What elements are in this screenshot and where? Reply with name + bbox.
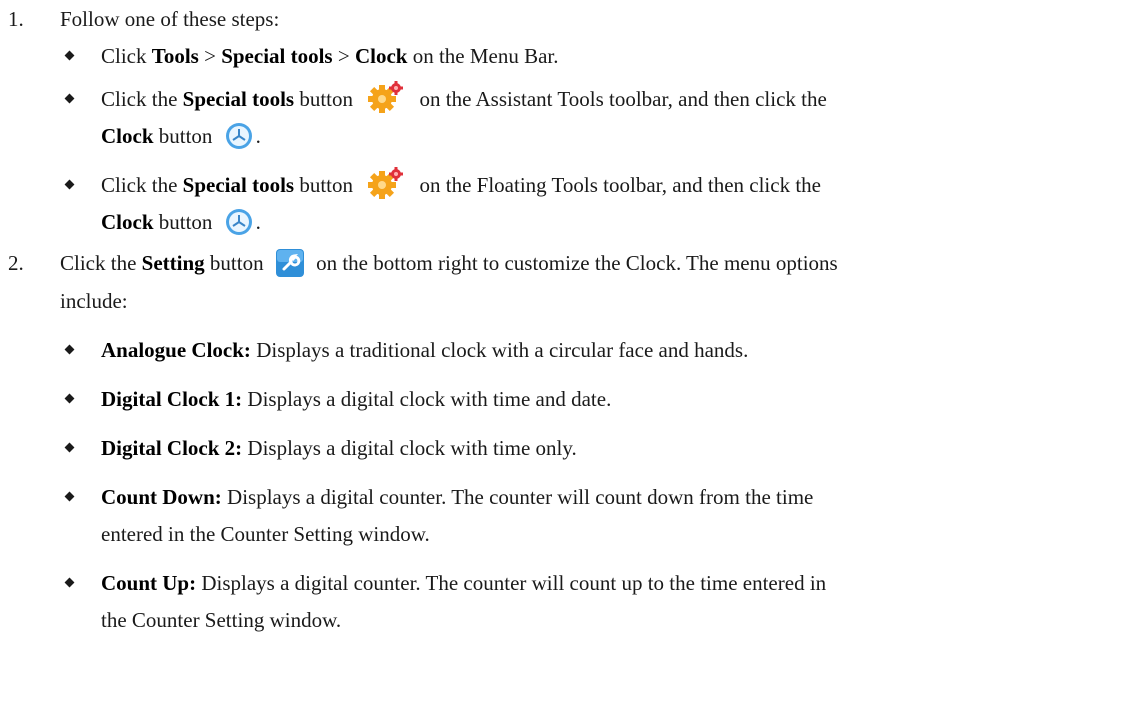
option-description: Displays a digital counter. The counter …: [196, 571, 827, 595]
text-run: on the Assistant Tools toolbar, and then…: [414, 87, 827, 111]
bullet-diamond: [64, 50, 75, 61]
text-run-bold: Setting: [141, 251, 205, 275]
list-item-text: Count Up: Displays a digital counter. Th…: [101, 564, 826, 602]
option-label: Analogue Clock:: [101, 338, 251, 362]
text-run: Click the: [101, 87, 183, 111]
bullet-diamond: [64, 93, 75, 104]
option-label: Digital Clock 2:: [101, 436, 243, 460]
text-run: on the Menu Bar.: [407, 44, 559, 68]
option-label: Digital Clock 1:: [101, 387, 243, 411]
list-item-continuation: entered in the Counter Setting window.: [101, 522, 430, 546]
text-run-bold: Tools: [151, 44, 199, 68]
text-run: button: [294, 87, 353, 111]
option-description: Displays a digital clock with time and d…: [242, 387, 612, 411]
text-run: >: [198, 44, 222, 68]
text-run: button: [204, 251, 264, 275]
text-run: button: [294, 173, 353, 197]
text-run: Click the: [60, 251, 142, 275]
option-description: Displays a traditional clock with a circ…: [250, 338, 749, 362]
bullet-diamond: [64, 344, 75, 355]
list-item-text: Click the Special tools button: [101, 166, 821, 204]
text-run-bold: Clock: [101, 124, 154, 148]
gear-icon: [368, 167, 404, 200]
clock-icon: [224, 121, 254, 151]
bullet-diamond: [64, 577, 75, 588]
text-run: button: [153, 210, 213, 234]
option-description: Displays a digital clock with time only.: [242, 436, 577, 460]
gear-icon: [368, 81, 404, 114]
step-number: 2.: [8, 251, 24, 275]
step-text: Follow one of these steps:: [60, 7, 280, 31]
option-label: Count Up:: [101, 571, 197, 595]
list-item-text: Digital Clock 1: Displays a digital cloc…: [101, 380, 611, 418]
option-label: Count Down:: [101, 485, 222, 509]
list-item-text: Count Down: Displays a digital counter. …: [101, 478, 813, 516]
text-run: .: [255, 210, 261, 234]
bullet-diamond: [64, 491, 75, 502]
list-item-text: Click Tools > Special tools > Clock on t…: [101, 37, 559, 75]
list-item-text: Analogue Clock: Displays a traditional c…: [101, 331, 748, 369]
text-run: Click the: [101, 173, 183, 197]
text-run: button: [153, 124, 213, 148]
step-text: include:: [60, 289, 128, 313]
text-run-bold: Special tools: [221, 44, 333, 68]
text-run-bold: Clock: [101, 210, 154, 234]
clock-icon: [224, 207, 254, 237]
text-run: on the bottom right to customize the Clo…: [310, 251, 838, 275]
text-run-bold: Clock: [354, 44, 408, 68]
bullet-diamond: [64, 393, 75, 404]
text-run: .: [255, 124, 261, 148]
text-run: on the Floating Tools toolbar, and then …: [414, 173, 821, 197]
bullet-diamond: [64, 442, 75, 453]
step-number: 1.: [8, 7, 24, 31]
list-item-continuation: Clock button .: [101, 203, 261, 241]
list-item-text: Digital Clock 2: Displays a digital cloc…: [101, 429, 577, 467]
text-run: Click: [101, 44, 152, 68]
wrench-icon: [275, 248, 305, 278]
text-run-bold: Special tools: [182, 173, 295, 197]
list-item-continuation: the Counter Setting window.: [101, 608, 342, 632]
text-run-bold: Special tools: [182, 87, 295, 111]
step-text: Click the Setting button on the bottom r…: [60, 244, 1110, 282]
bullet-diamond: [64, 179, 75, 190]
text-run: >: [332, 44, 355, 68]
list-item-continuation: Clock button .: [101, 117, 261, 155]
option-description: Displays a digital counter. The counter …: [221, 485, 814, 509]
list-item-text: Click the Special tools button: [101, 80, 827, 118]
